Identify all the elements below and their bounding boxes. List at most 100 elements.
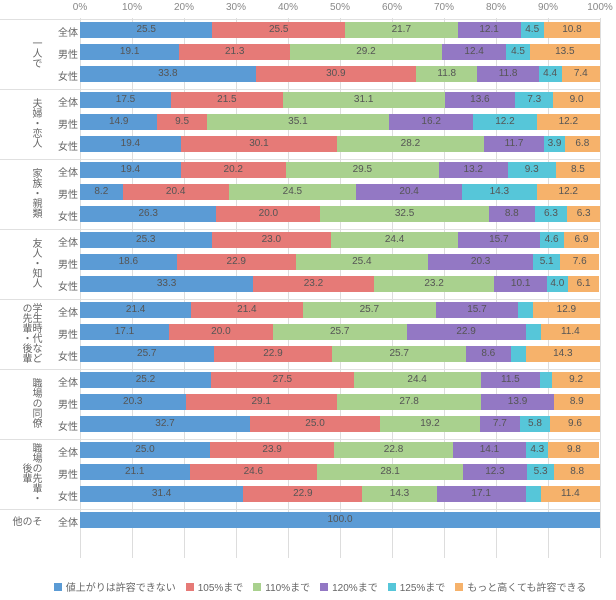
group-label: 家族・親類 bbox=[0, 162, 40, 224]
bar-row: 31.422.914.317.111.4 bbox=[80, 486, 600, 502]
bar-segment: 25.2 bbox=[80, 372, 211, 388]
bar-segment: 22.9 bbox=[214, 346, 333, 362]
bar-row: 26.320.032.58.86.36.3 bbox=[80, 206, 600, 222]
bar-segment: 20.2 bbox=[181, 162, 286, 178]
bar-row: 17.521.531.113.67.39.0 bbox=[80, 92, 600, 108]
bar-segment: 25.0 bbox=[250, 416, 380, 432]
bar-segment: 6.9 bbox=[564, 232, 600, 248]
bar-segment: 33.3 bbox=[80, 276, 253, 292]
bar-segment: 20.4 bbox=[123, 184, 229, 200]
bar-segment: 25.7 bbox=[273, 324, 407, 340]
bar-segment: 33.8 bbox=[80, 66, 256, 82]
bar-segment: 5.1 bbox=[533, 254, 560, 270]
bar-segment bbox=[540, 372, 552, 388]
row-label: 男性 bbox=[44, 186, 78, 201]
bar-row: 17.120.025.722.911.4 bbox=[80, 324, 600, 340]
bar-segment: 19.4 bbox=[80, 136, 181, 152]
group-divider bbox=[0, 19, 600, 20]
bar-segment: 13.6 bbox=[445, 92, 516, 108]
bar-row: 14.99.535.116.212.212.2 bbox=[80, 114, 600, 130]
bar-segment: 23.2 bbox=[374, 276, 495, 292]
bar-segment: 20.0 bbox=[169, 324, 273, 340]
legend-swatch bbox=[54, 583, 62, 591]
bar-segment: 20.4 bbox=[356, 184, 462, 200]
legend-item: 120%まで bbox=[320, 579, 378, 594]
legend-label: 105%まで bbox=[198, 579, 244, 594]
legend-label: もっと高くても許容できる bbox=[467, 579, 586, 594]
group-divider bbox=[0, 369, 600, 370]
bar-row: 32.725.019.27.75.89.6 bbox=[80, 416, 600, 432]
group-divider bbox=[0, 229, 600, 230]
bar-row: 19.121.329.212.44.513.5 bbox=[80, 44, 600, 60]
bar-row: 25.525.521.712.14.510.8 bbox=[80, 22, 600, 38]
bar-segment: 6.1 bbox=[568, 276, 600, 292]
bar-segment: 24.4 bbox=[331, 232, 458, 248]
grid-line bbox=[600, 18, 601, 558]
bar-segment: 5.8 bbox=[520, 416, 550, 432]
bar-segment: 6.3 bbox=[567, 206, 600, 222]
x-tick: 20% bbox=[174, 2, 194, 13]
legend-item: 125%まで bbox=[388, 579, 446, 594]
bar-segment: 12.2 bbox=[473, 114, 536, 130]
legend-swatch bbox=[320, 583, 328, 591]
bar-segment: 32.5 bbox=[320, 206, 489, 222]
bar-segment: 13.5 bbox=[530, 44, 600, 60]
bar-segment: 29.5 bbox=[286, 162, 439, 178]
bar-segment: 24.5 bbox=[229, 184, 356, 200]
legend-swatch bbox=[388, 583, 396, 591]
bar-segment: 20.0 bbox=[216, 206, 320, 222]
bar-row: 21.421.425.715.712.9 bbox=[80, 302, 600, 318]
bar-segment: 100.0 bbox=[80, 512, 600, 528]
bar-segment: 7.3 bbox=[515, 92, 553, 108]
bar-segment: 6.3 bbox=[535, 206, 568, 222]
bar-segment: 11.8 bbox=[416, 66, 477, 82]
legend-label: 値上がりは許容できない bbox=[66, 579, 176, 594]
bar-row: 33.323.223.210.14.06.1 bbox=[80, 276, 600, 292]
legend-item: 値上がりは許容できない bbox=[54, 579, 176, 594]
legend-label: 110%まで bbox=[265, 579, 310, 594]
bar-segment: 11.5 bbox=[481, 372, 541, 388]
row-label: 全体 bbox=[44, 444, 78, 459]
bar-segment: 12.1 bbox=[458, 22, 521, 38]
row-label: 男性 bbox=[44, 256, 78, 271]
bar-segment: 9.5 bbox=[157, 114, 206, 130]
x-tick: 0% bbox=[73, 2, 87, 13]
row-label: 女性 bbox=[44, 418, 78, 433]
bar-segment: 4.5 bbox=[521, 22, 544, 38]
plot-area: 25.525.521.712.14.510.8 19.121.329.212.44… bbox=[80, 18, 600, 558]
row-label: 全体 bbox=[44, 234, 78, 249]
bar-segment: 20.3 bbox=[428, 254, 534, 270]
bar-segment: 9.2 bbox=[552, 372, 600, 388]
x-tick: 90% bbox=[538, 2, 558, 13]
bar-segment: 19.2 bbox=[380, 416, 480, 432]
bar-segment: 29.2 bbox=[290, 44, 442, 60]
bar-segment: 3.9 bbox=[544, 136, 564, 152]
bar-segment: 13.9 bbox=[481, 394, 553, 410]
bar-row: 25.227.524.411.59.2 bbox=[80, 372, 600, 388]
group-label: 職場の同僚 bbox=[0, 372, 40, 434]
bar-segment bbox=[526, 324, 541, 340]
bar-segment: 8.9 bbox=[554, 394, 600, 410]
group-divider bbox=[0, 299, 600, 300]
bar-segment: 19.1 bbox=[80, 44, 179, 60]
legend-item: 105%まで bbox=[186, 579, 244, 594]
bar-segment: 11.4 bbox=[541, 486, 600, 502]
bar-segment bbox=[518, 302, 533, 318]
row-label: 男性 bbox=[44, 466, 78, 481]
row-label: 男性 bbox=[44, 326, 78, 341]
bar-segment: 7.4 bbox=[562, 66, 600, 82]
bar-segment: 25.0 bbox=[80, 442, 210, 458]
bar-segment: 25.3 bbox=[80, 232, 212, 248]
group-label: 職場の先輩・後輩 bbox=[0, 442, 40, 504]
bar-segment: 21.5 bbox=[171, 92, 283, 108]
bar-segment bbox=[526, 486, 541, 502]
bar-segment: 12.2 bbox=[537, 114, 600, 130]
bar-segment: 16.2 bbox=[389, 114, 473, 130]
bar-segment: 17.1 bbox=[437, 486, 526, 502]
row-label: 女性 bbox=[44, 488, 78, 503]
group-label: 夫婦・恋人 bbox=[0, 92, 40, 154]
bar-row: 21.124.628.112.35.38.8 bbox=[80, 464, 600, 480]
bar-segment: 13.2 bbox=[439, 162, 508, 178]
bar-segment: 28.2 bbox=[337, 136, 484, 152]
bar-segment: 4.5 bbox=[506, 44, 529, 60]
